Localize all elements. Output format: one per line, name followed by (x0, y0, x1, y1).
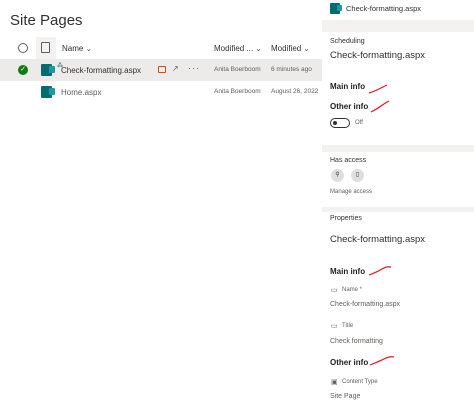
title-field-label: Title (342, 323, 354, 329)
manage-access-link[interactable]: Manage access (330, 189, 372, 195)
panel-file-name: Check-formatting.aspx (346, 4, 422, 13)
modified-date-cell: 6 minutes ago (271, 66, 312, 73)
toggle-state-label: Off (355, 120, 363, 126)
sharepoint-page-icon (41, 86, 55, 98)
panel-file-header: Check-formatting.aspx (322, 0, 474, 20)
name-column-header[interactable]: Name ⌄ (62, 44, 92, 53)
modified-date-cell: August 26, 2022 (271, 88, 319, 95)
name-field-value[interactable]: Check-formatting.aspx (330, 301, 400, 308)
red-annotation-mark (368, 266, 392, 276)
library-title: Site Pages (10, 12, 83, 29)
content-type-label: Content Type (342, 379, 378, 385)
has-access-section: Has access ⚲ ▯ Manage access (322, 152, 474, 207)
document-icon: ▭ (331, 287, 338, 294)
modified-by-cell: Anita Boerboom (214, 66, 261, 73)
sharing-link-icon[interactable]: ⚲ (331, 169, 344, 182)
properties-file-name: Check-formatting.aspx (330, 234, 426, 245)
red-annotation-mark (369, 356, 395, 366)
other-info-label: Other info (330, 102, 369, 111)
details-panel: Check-formatting.aspx Scheduling Check-f… (322, 0, 474, 420)
modified-by-column-header[interactable]: Modified ... ⌄ (214, 44, 262, 53)
select-all-checkbox[interactable] (18, 43, 28, 53)
title-field-icon: ▭ (331, 323, 338, 330)
red-annotation-mark (370, 100, 390, 113)
scheduling-section: Scheduling Check-formatting.aspx Main in… (322, 32, 474, 145)
column-header-row: Name ⌄ Modified ... ⌄ Modified ⌄ (0, 36, 322, 60)
selected-check-icon[interactable]: ✓ (18, 65, 28, 75)
schedule-toggle[interactable] (330, 118, 350, 128)
page-details-icon[interactable] (158, 66, 166, 73)
file-type-column-header[interactable] (36, 37, 56, 59)
chevron-down-icon: ⌄ (303, 44, 310, 53)
chevron-down-icon: ⌄ (255, 44, 262, 53)
properties-section: Properties Check-formatting.aspx Main in… (322, 212, 474, 420)
main-info-label: Main info (330, 82, 366, 91)
sharepoint-page-icon (330, 3, 342, 14)
content-type-icon: ▣ (331, 379, 338, 386)
file-name-link[interactable]: Home.aspx (61, 88, 101, 97)
modified-column-header[interactable]: Modified ⌄ (271, 44, 310, 53)
other-info-label: Other info (330, 358, 369, 367)
sharepoint-page-icon (41, 64, 55, 76)
more-options-icon[interactable]: ··· (188, 63, 200, 73)
properties-heading: Properties (330, 215, 362, 222)
chevron-down-icon: ⌄ (85, 44, 93, 53)
share-icon[interactable]: ↗ (172, 64, 179, 73)
content-type-value[interactable]: Site Page (330, 393, 360, 400)
has-access-heading: Has access (330, 157, 367, 164)
name-field-label: Name * (342, 287, 363, 293)
scheduling-heading: Scheduling (330, 38, 365, 45)
table-row[interactable]: ✓ ⁂ Check-formatting.aspx ↗ ··· Anita Bo… (0, 59, 322, 81)
title-field-value[interactable]: Check formatting (330, 338, 383, 345)
red-annotation-mark (368, 84, 388, 94)
table-row[interactable]: Home.aspx Anita Boerboom August 26, 2022 (0, 81, 322, 103)
document-icon (41, 42, 50, 53)
modified-by-cell: Anita Boerboom (214, 88, 261, 95)
document-library: Site Pages Name ⌄ Modified ... ⌄ Modified ⌄… (0, 0, 322, 420)
scheduling-file-name: Check-formatting.aspx (330, 50, 426, 61)
file-name-link[interactable]: Check-formatting.aspx (61, 66, 141, 75)
main-info-label: Main info (330, 267, 366, 276)
user-avatar-icon[interactable]: ▯ (351, 169, 364, 182)
